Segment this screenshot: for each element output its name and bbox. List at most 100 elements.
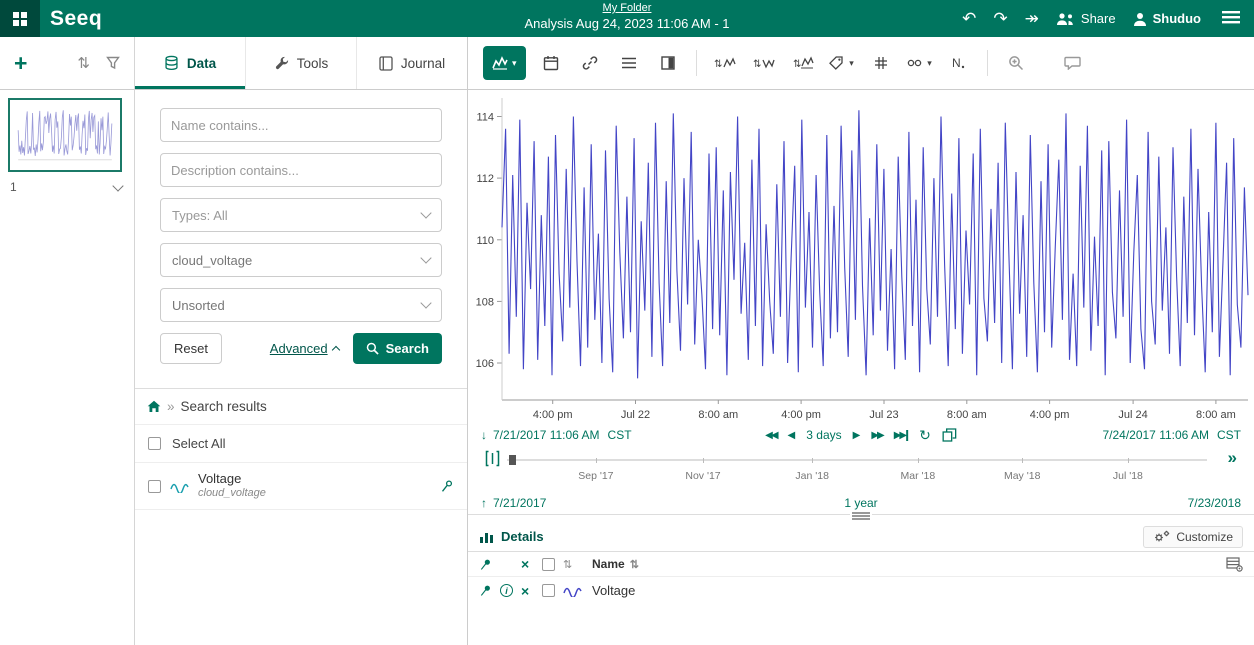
row-remove-cell[interactable]: × xyxy=(521,584,542,598)
details-table-row[interactable]: i × Voltage xyxy=(468,577,1254,604)
sort-select[interactable]: Unsorted xyxy=(160,288,442,322)
gridlines-icon xyxy=(874,56,888,70)
result-item-name[interactable]: Voltage xyxy=(198,471,266,487)
investigate-start[interactable]: ↑ 7/21/2017 xyxy=(481,496,546,510)
search-button-label: Search xyxy=(386,341,429,356)
tab-journal[interactable]: Journal xyxy=(357,37,467,89)
user-menu[interactable]: Shuduo xyxy=(1133,11,1201,26)
report-button[interactable] xyxy=(654,46,682,80)
row-name[interactable]: Voltage xyxy=(592,583,635,598)
splitter-handle-icon[interactable] xyxy=(850,510,872,522)
chevron-down-icon: ▾ xyxy=(849,59,854,68)
breadcrumb-folder-link[interactable]: My Folder xyxy=(524,2,729,16)
result-item-checkbox[interactable] xyxy=(148,480,161,493)
sort-select-value: Unsorted xyxy=(172,298,225,313)
table-view-button[interactable] xyxy=(615,46,643,80)
customize-button[interactable]: Customize xyxy=(1143,526,1243,548)
home-icon[interactable] xyxy=(147,400,161,413)
description-contains-input[interactable] xyxy=(160,153,442,187)
step-forward-full-icon[interactable]: ▶▶ xyxy=(871,430,882,441)
display-range-start[interactable]: ↓ 7/21/2017 11:06 AM CST xyxy=(481,428,632,442)
timeline-tick-label: Jan '18 xyxy=(795,470,829,482)
row-info-cell[interactable]: i xyxy=(500,584,521,597)
tab-data[interactable]: Data xyxy=(135,37,246,89)
select-all-rows-checkbox[interactable] xyxy=(542,558,555,571)
pin-icon[interactable] xyxy=(440,479,454,493)
redo-icon[interactable]: ↷ xyxy=(993,10,1007,27)
worksheet-chevron-down-icon[interactable] xyxy=(112,180,123,191)
svg-text:⇅: ⇅ xyxy=(793,59,801,70)
filter-worksheets-icon[interactable] xyxy=(106,56,120,70)
pin-column-header[interactable] xyxy=(479,558,500,571)
trend-view-button[interactable]: ▾ xyxy=(483,46,526,80)
trend-chart-area[interactable]: 1061081101121144:00 pmJul 228:00 am4:00 … xyxy=(468,90,1254,422)
trend-chart: 1061081101121144:00 pmJul 228:00 am4:00 … xyxy=(468,90,1254,422)
top-bar: Seeq My Folder Analysis Aug 24, 2023 11:… xyxy=(0,0,1254,37)
remove-column-header[interactable]: × xyxy=(521,557,542,571)
hamburger-menu-icon[interactable] xyxy=(1222,10,1240,27)
worksheet-thumbnail[interactable] xyxy=(8,98,122,172)
signal-icon xyxy=(563,584,582,597)
step-back-half-icon[interactable]: ◀ xyxy=(788,430,796,441)
display-range-end[interactable]: 7/24/2017 11:06 AM CST xyxy=(1102,428,1241,442)
forward-all-icon[interactable]: ↠ xyxy=(1025,10,1039,27)
separate-axes-button[interactable]: ⇅ xyxy=(750,46,778,80)
trend-content: ▾ ⇅ ⇅ ⇅ xyxy=(468,37,1254,645)
panel-splitter[interactable] xyxy=(468,514,1254,522)
tab-tools[interactable]: Tools xyxy=(246,37,357,89)
chevron-down-icon: ▾ xyxy=(512,59,517,68)
undo-icon[interactable]: ↶ xyxy=(962,10,976,27)
x-tick-label: 8:00 am xyxy=(947,409,987,421)
y-tick-label: 108 xyxy=(476,296,494,308)
samples-button[interactable]: ▾ xyxy=(906,46,934,80)
table-options-button[interactable] xyxy=(1226,557,1243,572)
trend-series-line[interactable] xyxy=(502,110,1248,378)
search-button[interactable]: Search xyxy=(353,333,442,364)
timeline-display-window[interactable] xyxy=(509,455,516,465)
name-column-header[interactable]: Name ⇅ xyxy=(592,557,639,571)
row-pin-cell[interactable] xyxy=(479,584,500,597)
number-format-button[interactable]: N xyxy=(945,46,973,80)
reorder-worksheets-icon[interactable]: ⇅ xyxy=(77,54,90,72)
timeline-tick xyxy=(812,458,813,463)
advanced-link[interactable]: Advanced xyxy=(270,341,339,356)
investigate-end[interactable]: 7/23/2018 xyxy=(1188,496,1241,510)
gridlines-button[interactable] xyxy=(867,46,895,80)
copy-range-icon[interactable] xyxy=(942,428,957,442)
select-all-checkbox[interactable] xyxy=(148,437,161,450)
x-tick-label: 8:00 am xyxy=(1196,409,1236,421)
name-contains-input[interactable] xyxy=(160,108,442,142)
date-range-button[interactable] xyxy=(537,46,565,80)
investigate-timeline[interactable]: » Sep '17Nov '17Jan '18Mar '18May '18Jul… xyxy=(481,448,1241,492)
app-launcher-button[interactable] xyxy=(0,0,40,37)
separate-lanes-button[interactable]: ⇅ xyxy=(711,46,739,80)
labels-button[interactable]: ▾ xyxy=(828,46,856,80)
share-button[interactable]: Share xyxy=(1056,11,1116,26)
close-icon: × xyxy=(521,557,529,571)
add-worksheet-button[interactable]: + xyxy=(14,52,27,75)
timeline-end-handle[interactable]: » xyxy=(1228,448,1237,468)
investigate-duration[interactable]: 1 year xyxy=(844,496,877,510)
select-all-label: Select All xyxy=(172,436,225,451)
report-icon xyxy=(661,56,675,70)
types-select[interactable]: Types: All xyxy=(160,198,442,232)
annotate-button[interactable] xyxy=(1059,46,1087,80)
timeline-track[interactable] xyxy=(507,459,1207,461)
separate-axes-icon: ⇅ xyxy=(753,56,775,70)
result-item[interactable]: Voltage cloud_voltage xyxy=(135,463,467,510)
zoom-button[interactable] xyxy=(1002,46,1030,80)
datasource-select[interactable]: cloud_voltage xyxy=(160,243,442,277)
list-icon xyxy=(621,56,637,70)
link-button[interactable] xyxy=(576,46,604,80)
timeline-start-handle[interactable] xyxy=(485,450,500,467)
row-checkbox[interactable] xyxy=(542,584,555,597)
auto-update-icon[interactable]: ↻ xyxy=(919,427,931,444)
step-forward-half-icon[interactable]: ▶ xyxy=(853,430,861,441)
single-lane-button[interactable]: ⇅ xyxy=(789,46,817,80)
sort-column-header[interactable]: ⇅ xyxy=(563,558,592,571)
display-duration[interactable]: 3 days xyxy=(806,428,841,442)
step-back-full-icon[interactable]: ◀◀ xyxy=(765,430,776,441)
reset-button[interactable]: Reset xyxy=(160,333,222,364)
step-to-end-icon[interactable]: ▶▶ xyxy=(894,430,908,441)
investigate-start-text: 7/21/2017 xyxy=(493,496,546,510)
